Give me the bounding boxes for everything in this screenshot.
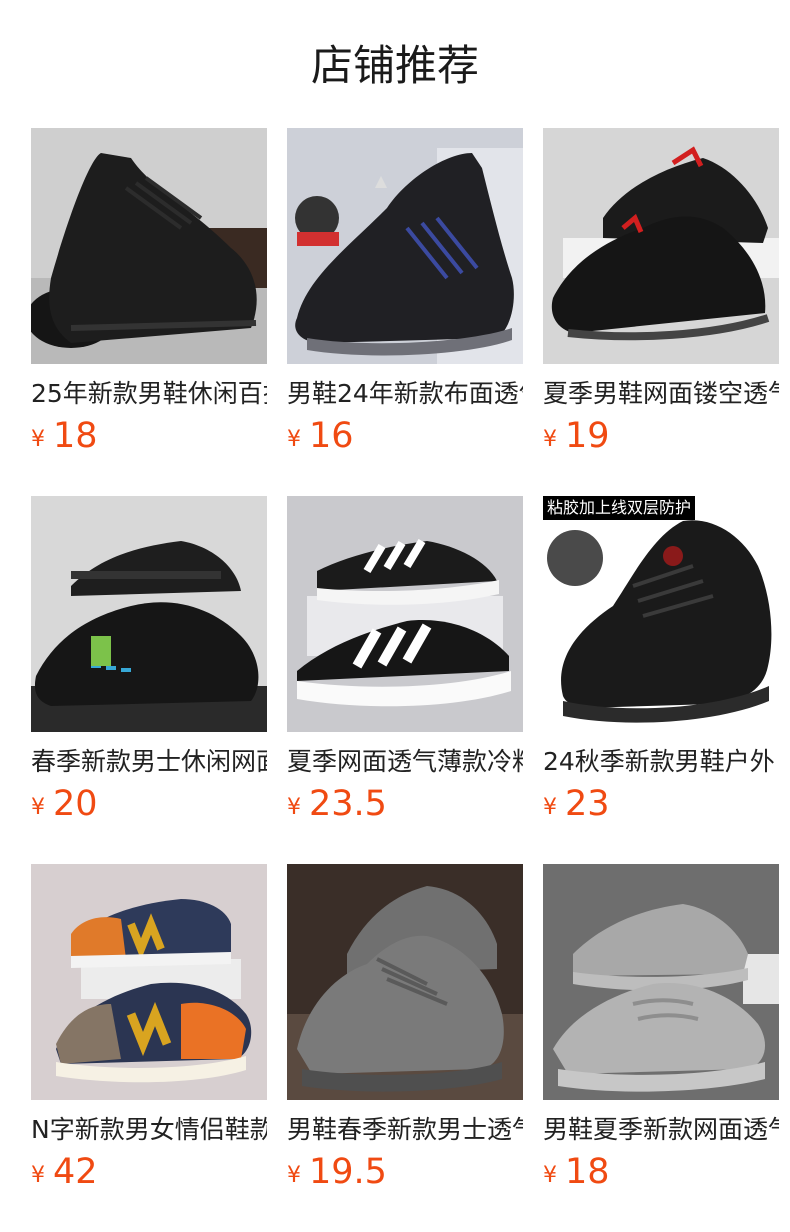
product-price: ¥18	[543, 1150, 779, 1194]
product-title[interactable]: 春季新款男士休闲网面	[31, 744, 267, 780]
black-knit-sneakers-stacked-icon	[31, 496, 267, 732]
orange-navy-n-sneakers-icon	[31, 864, 267, 1100]
currency-symbol: ¥	[543, 427, 557, 452]
product-card[interactable]: 25年新款男鞋休闲百搭 ¥18	[31, 128, 267, 496]
price-amount: 16	[309, 416, 354, 456]
currency-symbol: ¥	[543, 795, 557, 820]
product-price: ¥20	[31, 782, 267, 826]
product-price: ¥16	[287, 414, 523, 458]
promo-badge: 粘胶加上线双层防护	[543, 496, 696, 520]
product-card[interactable]: 粘胶加上线双层防护 24秋季新款男鞋户外 ¥23	[543, 496, 779, 864]
product-card[interactable]: 男鞋夏季新款网面透气 ¥18	[543, 864, 779, 1232]
price-amount: 18	[565, 1152, 610, 1192]
product-title[interactable]: 25年新款男鞋休闲百搭	[31, 376, 267, 412]
currency-symbol: ¥	[31, 1163, 45, 1188]
product-card[interactable]: 男鞋春季新款男士透气 ¥19.5	[287, 864, 523, 1232]
price-amount: 19	[565, 416, 610, 456]
black-hiking-shoe-icon	[543, 496, 779, 732]
currency-symbol: ¥	[31, 795, 45, 820]
currency-symbol: ¥	[287, 427, 301, 452]
product-title[interactable]: N字新款男女情侣鞋款	[31, 1112, 267, 1148]
product-image[interactable]	[287, 864, 523, 1100]
product-card[interactable]: 男鞋24年新款布面透气 ¥16	[287, 128, 523, 496]
currency-symbol: ¥	[31, 427, 45, 452]
price-amount: 42	[53, 1152, 98, 1192]
product-card[interactable]: 夏季男鞋网面镂空透气 ¥19	[543, 128, 779, 496]
price-amount: 19.5	[309, 1152, 387, 1192]
price-amount: 23.5	[309, 784, 387, 824]
page-title: 店铺推荐	[310, 41, 479, 90]
product-card[interactable]: 春季新款男士休闲网面 ¥20	[31, 496, 267, 864]
product-image[interactable]	[31, 128, 267, 364]
product-image[interactable]	[543, 128, 779, 364]
currency-symbol: ¥	[287, 1163, 301, 1188]
product-image[interactable]	[543, 864, 779, 1100]
grey-knit-sneakers-icon	[543, 864, 779, 1100]
product-price: ¥19.5	[287, 1150, 523, 1194]
grey-suede-sneakers-icon	[287, 864, 523, 1100]
product-title[interactable]: 24秋季新款男鞋户外	[543, 744, 779, 780]
product-price: ¥23.5	[287, 782, 523, 826]
currency-symbol: ¥	[287, 795, 301, 820]
black-red-knit-sneakers-icon	[543, 128, 779, 364]
product-grid: 25年新款男鞋休闲百搭 ¥18 男鞋24年新款布面透气 ¥16 夏季男鞋网面镂空…	[31, 128, 779, 1232]
product-image[interactable]: 粘胶加上线双层防护	[543, 496, 779, 732]
product-price: ¥23	[543, 782, 779, 826]
product-image[interactable]	[287, 128, 523, 364]
product-title[interactable]: 男鞋春季新款男士透气	[287, 1112, 523, 1148]
price-amount: 18	[53, 416, 98, 456]
product-image[interactable]	[31, 496, 267, 732]
product-title[interactable]: 夏季网面透气薄款冷粘	[287, 744, 523, 780]
black-leather-sneaker-icon	[31, 128, 267, 364]
price-amount: 23	[565, 784, 610, 824]
product-title[interactable]: 男鞋夏季新款网面透气	[543, 1112, 779, 1148]
product-image[interactable]	[31, 864, 267, 1100]
currency-symbol: ¥	[543, 1163, 557, 1188]
product-title[interactable]: 男鞋24年新款布面透气	[287, 376, 523, 412]
product-price: ¥42	[31, 1150, 267, 1194]
product-image[interactable]	[287, 496, 523, 732]
product-card[interactable]: N字新款男女情侣鞋款 ¥42	[31, 864, 267, 1232]
black-mesh-running-shoe-icon	[287, 128, 523, 364]
product-title[interactable]: 夏季男鞋网面镂空透气	[543, 376, 779, 412]
price-amount: 20	[53, 784, 98, 824]
black-white-stripe-sneakers-icon	[287, 496, 523, 732]
product-price: ¥19	[543, 414, 779, 458]
product-card[interactable]: 夏季网面透气薄款冷粘 ¥23.5	[287, 496, 523, 864]
product-price: ¥18	[31, 414, 267, 458]
